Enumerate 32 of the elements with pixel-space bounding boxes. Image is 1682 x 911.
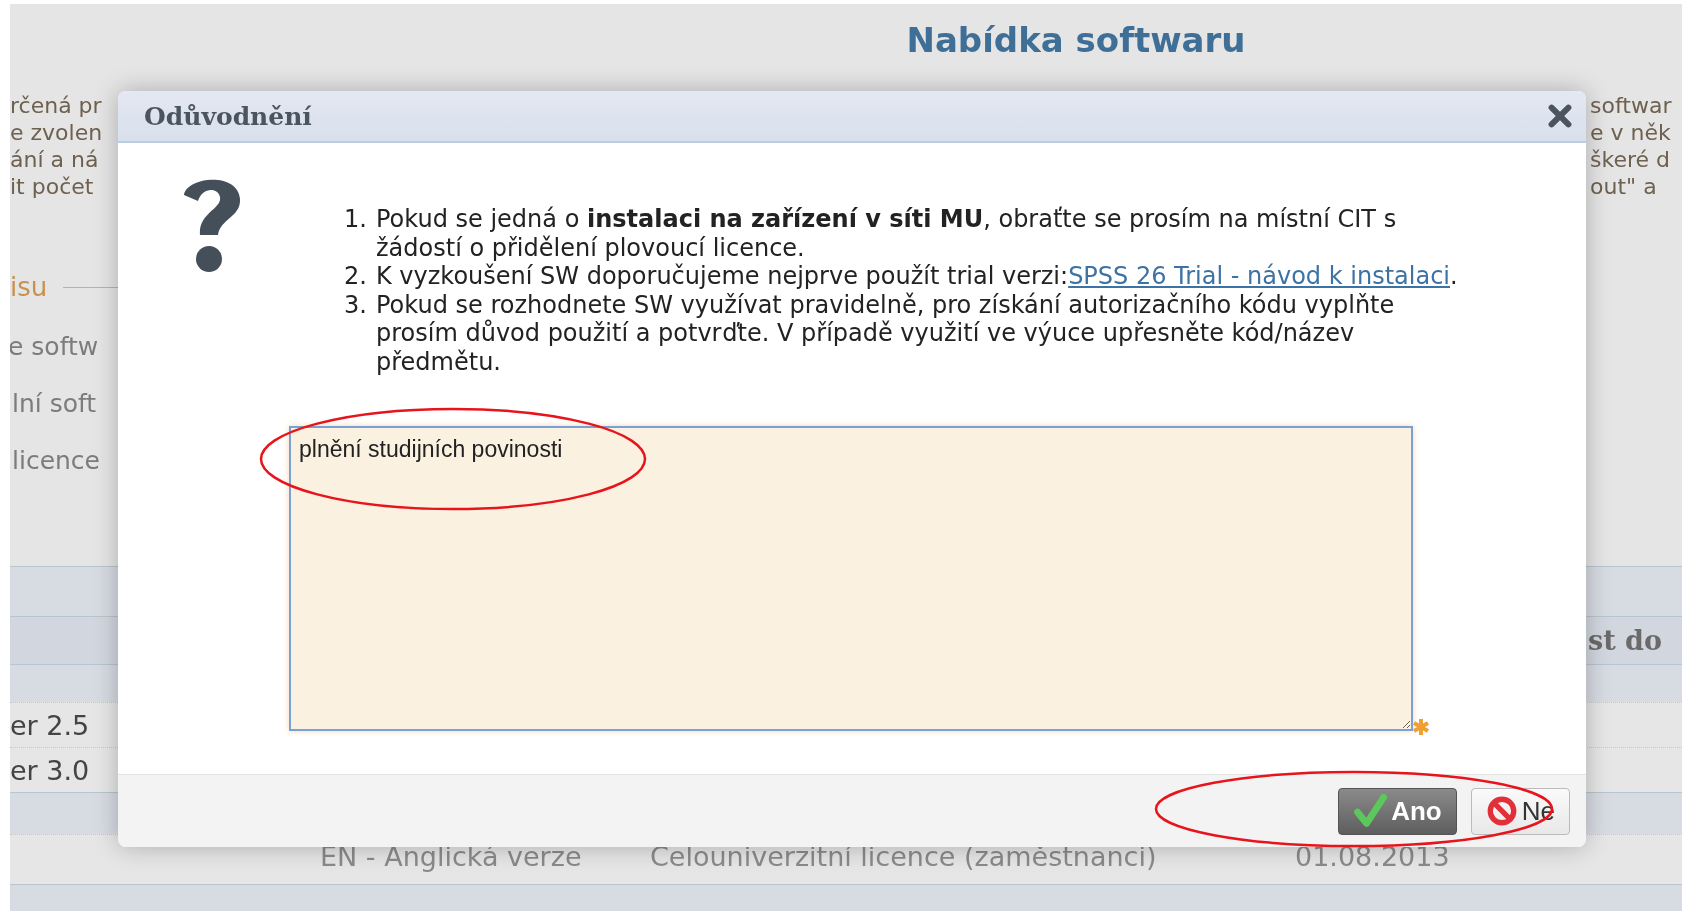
table-cell: Celouniverzitní licence (zaměstnanci): [650, 841, 1157, 872]
confirm-button[interactable]: Ano: [1338, 787, 1457, 835]
text-fragment: e zvolen: [10, 119, 103, 146]
text-fragment: e softw: [10, 332, 100, 361]
instruction-text: Pokud se jedná o instalaci na zařízení v síti MU, obraťte se prosím na místní CIT s žádostí o přidělení plovoucí licence.: [376, 205, 1398, 262]
text-fragment: škeré d: [1590, 146, 1671, 173]
text-fragment: licence: [11, 446, 100, 475]
table-cell: er 2.5: [10, 709, 90, 741]
text-fragment: lní soft: [11, 389, 98, 418]
link[interactable]: SPSS 26 Trial - návod k instalaci: [1068, 262, 1450, 290]
reason-field[interactable]: plnění studijních povinosti: [289, 426, 1413, 731]
table-cell: 01.08.2013: [1295, 841, 1450, 872]
prohibited-icon: [1485, 795, 1518, 827]
dialog-title: Odůvodnění: [144, 101, 312, 131]
list-number: 1.: [344, 205, 366, 235]
list-number: 3.: [344, 290, 366, 321]
text-fragment: it počet: [10, 173, 95, 200]
asterisk-icon: [1411, 717, 1431, 737]
column-header: st do: [1588, 625, 1662, 656]
section-heading: isu: [10, 272, 48, 302]
page-title: Nabídka softwaru: [905, 20, 1247, 60]
text-fragment: e v něk: [1590, 119, 1672, 146]
text-fragment: rčená pr: [10, 92, 103, 119]
close-icon[interactable]: [1548, 104, 1572, 128]
instruction-text: K vyzkoušení SW doporučujeme nejprve použít trial verzi:SPSS 26 Trial - návod k instalaci.: [376, 262, 1459, 291]
checkmark-icon: [1353, 794, 1388, 828]
table-cell: er 3.0: [10, 754, 90, 786]
text-fragment: ání a ná: [10, 146, 100, 173]
text-fragment: softwar: [1590, 92, 1672, 119]
instruction-text: Pokud se rozhodnete SW využívat pravidelně, pro získání autorizačního kódu vyplňte prosím důvod použití a potvrďte. V případě využití ve výuce upřesněte kód/název předmětu.: [376, 290, 1396, 376]
list-number: 2.: [344, 262, 366, 291]
text-fragment: out" a: [1590, 173, 1658, 200]
